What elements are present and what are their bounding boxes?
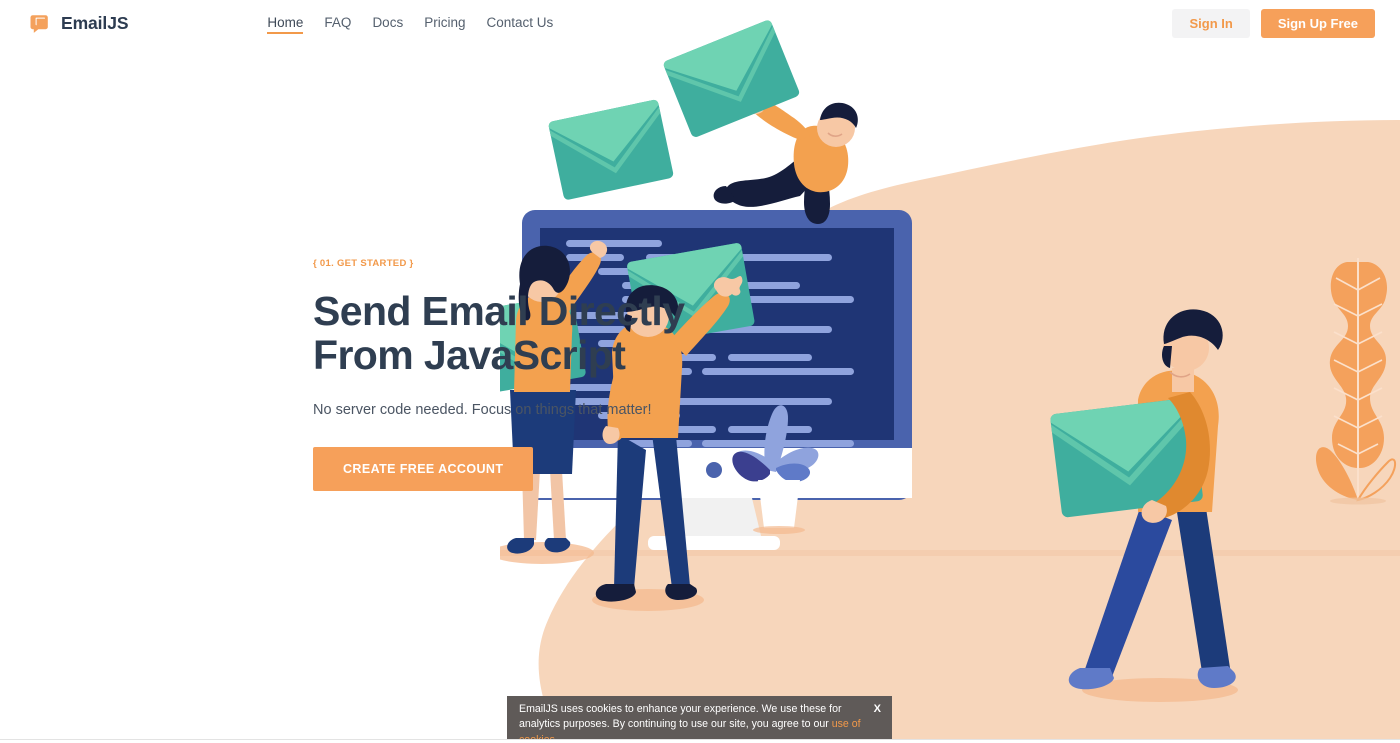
create-free-account-button[interactable]: CREATE FREE ACCOUNT (313, 446, 534, 491)
nav-item-faq[interactable]: FAQ (324, 15, 351, 33)
site-header: EmailJS Home FAQ Docs Pricing Contact Us… (0, 0, 1400, 47)
sign-in-button[interactable]: Sign In (1172, 9, 1250, 38)
close-icon[interactable]: X (874, 703, 881, 715)
hero-eyebrow: { 01. GET STARTED } (313, 258, 414, 269)
page-bottom-divider (0, 739, 1400, 743)
hero-section: { 01. GET STARTED } Send Email Directly … (313, 258, 733, 491)
nav-item-docs[interactable]: Docs (372, 15, 403, 33)
nav-item-pricing[interactable]: Pricing (424, 15, 465, 33)
header-actions: Sign In Sign Up Free (1172, 9, 1375, 38)
page-root: EmailJS Home FAQ Docs Pricing Contact Us… (0, 0, 1400, 743)
envelope-upper-left (548, 99, 674, 200)
cookie-banner-text: EmailJS uses cookies to enhance your exp… (519, 702, 866, 743)
nav-item-home[interactable]: Home (267, 15, 304, 34)
cookie-consent-banner: EmailJS uses cookies to enhance your exp… (507, 696, 892, 743)
sign-up-free-button[interactable]: Sign Up Free (1260, 9, 1375, 38)
page-title: Send Email Directly From JavaScript (313, 288, 685, 378)
main-nav: Home FAQ Docs Pricing Contact Us (267, 15, 553, 34)
cookie-banner-message: EmailJS uses cookies to enhance your exp… (519, 703, 842, 731)
brand-logo-link[interactable]: EmailJS (27, 12, 129, 36)
nav-item-contact-us[interactable]: Contact Us (486, 15, 553, 33)
brand-name: EmailJS (61, 13, 129, 33)
emailjs-logo-icon (27, 12, 51, 36)
hero-subtitle: No server code needed. Focus on things t… (313, 401, 652, 418)
